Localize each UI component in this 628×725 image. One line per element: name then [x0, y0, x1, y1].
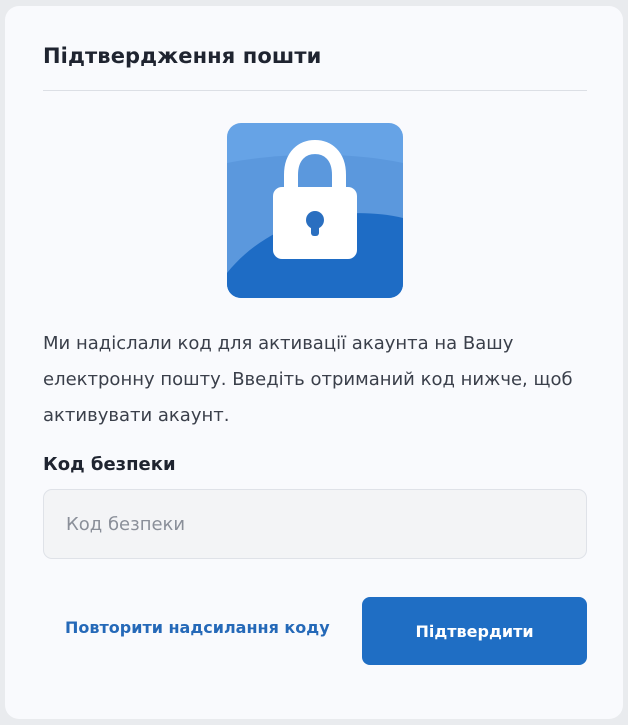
instruction-message: Ми надіслали код для активації акаунта н… [43, 333, 573, 426]
lock-illustration [227, 123, 403, 298]
resend-code-link[interactable]: Повторити надсилання коду [65, 618, 330, 637]
lock-icon [227, 123, 403, 298]
security-code-input[interactable] [43, 489, 587, 559]
verify-email-card: Підтвердження пошти Ми надіслали код для… [5, 6, 623, 719]
title-divider [43, 90, 587, 91]
dialog-title: Підтвердження пошти [43, 44, 322, 68]
confirm-button[interactable]: Підтвердити [362, 597, 587, 665]
security-code-label: Код безпеки [43, 454, 176, 475]
